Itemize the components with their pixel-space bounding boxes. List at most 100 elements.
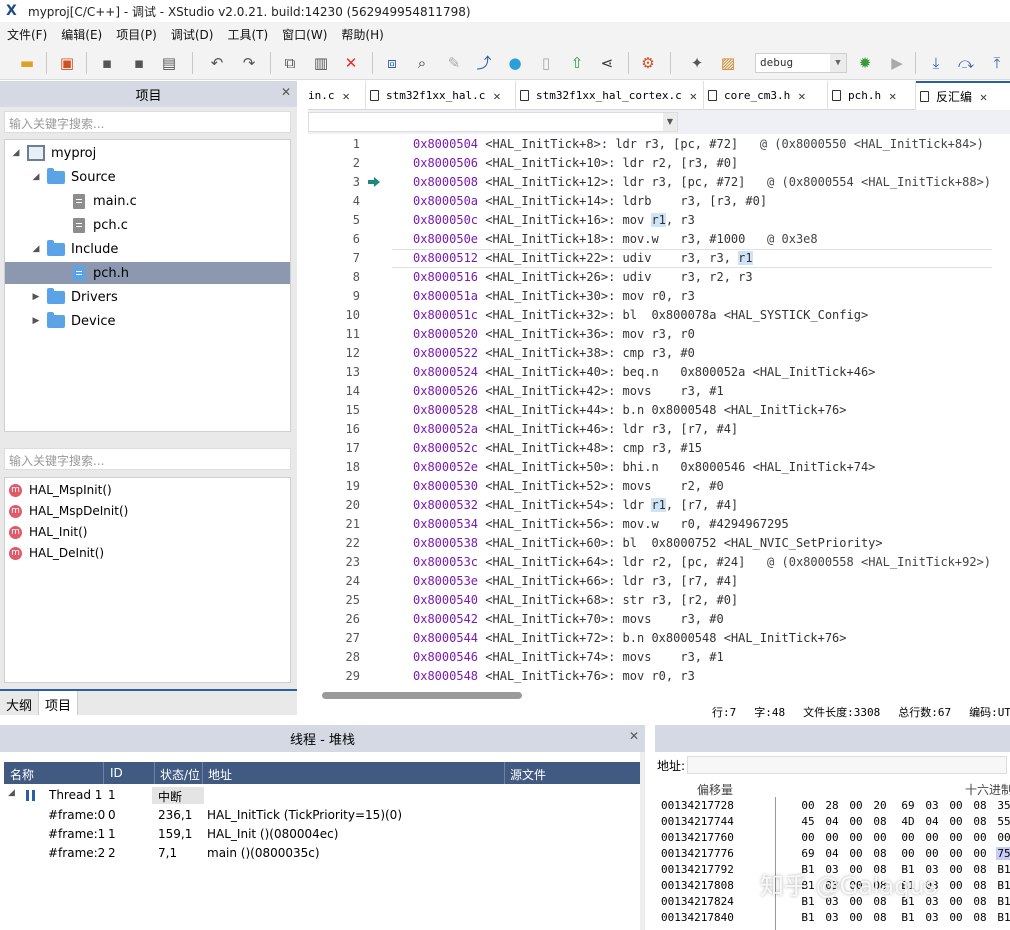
- download-icon[interactable]: ⤓: [927, 54, 945, 72]
- package-icon[interactable]: ▨: [719, 54, 737, 72]
- memory-address-input[interactable]: [687, 756, 1007, 774]
- memory-byte[interactable]: 00: [848, 847, 864, 860]
- memory-byte[interactable]: 00: [972, 831, 988, 844]
- debug-bug-icon[interactable]: ✹: [856, 54, 874, 72]
- memory-byte[interactable]: 00: [996, 831, 1010, 844]
- col-name[interactable]: 名称: [10, 766, 34, 783]
- col-source[interactable]: 源文件: [510, 766, 546, 783]
- delete-icon[interactable]: ✕: [342, 54, 360, 72]
- close-icon[interactable]: ✕: [980, 90, 987, 104]
- chevron-right-icon[interactable]: ▶: [29, 292, 43, 302]
- close-icon[interactable]: ✕: [798, 89, 805, 103]
- code-line[interactable]: 0x8000524 <HAL_InitTick+40>: beq.n 0x800…: [413, 363, 875, 382]
- close-icon[interactable]: ✕: [889, 89, 896, 103]
- memory-byte[interactable]: 55: [996, 815, 1010, 828]
- memory-byte[interactable]: 00: [948, 847, 964, 860]
- code-line[interactable]: 0x800052a <HAL_InitTick+46>: ldr r3, [r7…: [413, 420, 738, 439]
- memory-byte[interactable]: 45: [800, 815, 816, 828]
- tree-item-pch-h[interactable]: pch.h: [5, 262, 290, 284]
- save-icon[interactable]: ▪: [98, 54, 116, 72]
- code-line[interactable]: 0x8000504 <HAL_InitTick+8>: ldr r3, [pc,…: [413, 135, 984, 154]
- build-icon[interactable]: ▯: [537, 54, 555, 72]
- step-out-icon[interactable]: ⤴: [475, 54, 493, 72]
- undo-icon[interactable]: ↶: [208, 54, 226, 72]
- memory-byte[interactable]: 08: [872, 911, 888, 924]
- scrollbar-thumb[interactable]: [322, 692, 522, 699]
- memory-row[interactable]: 00134217760 00 00 00 00 00 00 00 00 00: [659, 831, 1010, 847]
- memory-byte[interactable]: 00: [948, 863, 964, 876]
- code-line[interactable]: 0x800050c <HAL_InitTick+16>: mov r1, r3: [413, 211, 695, 230]
- memory-byte[interactable]: 75: [996, 847, 1010, 860]
- memory-byte[interactable]: 00: [948, 911, 964, 924]
- disassembly-view[interactable]: 1 0x8000504 <HAL_InitTick+8>: ldr r3, [pc…: [308, 134, 1010, 689]
- tab-pch-h[interactable]: pch.h ✕: [828, 81, 916, 110]
- list-item[interactable]: m HAL_MspDeInit(): [9, 501, 128, 521]
- memory-byte[interactable]: 00: [872, 831, 888, 844]
- memory-byte[interactable]: 00: [948, 815, 964, 828]
- memory-byte[interactable]: 08: [972, 815, 988, 828]
- chevron-down-icon[interactable]: ◢: [9, 148, 23, 158]
- code-line[interactable]: 0x8000542 <HAL_InitTick+70>: movs r3, #0: [413, 610, 724, 629]
- menu-help[interactable]: 帮助(H): [334, 26, 390, 43]
- memory-byte[interactable]: 08: [972, 895, 988, 908]
- memory-byte[interactable]: B1: [996, 863, 1010, 876]
- save-all-icon[interactable]: ▪: [130, 54, 148, 72]
- compile-icon[interactable]: ●: [506, 54, 524, 72]
- list-item[interactable]: m HAL_Init(): [9, 522, 87, 542]
- memory-byte[interactable]: 35: [996, 799, 1010, 812]
- memory-byte[interactable]: 00: [948, 895, 964, 908]
- col-state[interactable]: 状态/位: [160, 766, 200, 783]
- memory-byte[interactable]: 08: [972, 911, 988, 924]
- memory-byte[interactable]: B1: [996, 911, 1010, 924]
- memory-byte[interactable]: 00: [824, 831, 840, 844]
- code-line[interactable]: 0x8000544 <HAL_InitTick+72>: b.n 0x80005…: [413, 629, 847, 648]
- tab-main-c[interactable]: in.c ✕: [308, 81, 366, 110]
- memory-byte[interactable]: 00: [972, 847, 988, 860]
- code-line[interactable]: 0x8000506 <HAL_InitTick+10>: ldr r2, [r3…: [413, 154, 738, 173]
- new-project-icon[interactable]: ▣: [58, 54, 76, 72]
- code-line[interactable]: 0x8000516 <HAL_InitTick+26>: udiv r3, r2…: [413, 268, 753, 287]
- memory-byte[interactable]: 00: [848, 911, 864, 924]
- memory-byte[interactable]: 00: [948, 831, 964, 844]
- upload-arrow-icon[interactable]: ⤒: [988, 54, 1006, 72]
- tree-item-source[interactable]: ◢ Source: [5, 166, 290, 188]
- memory-byte[interactable]: 03: [824, 911, 840, 924]
- list-item[interactable]: m HAL_MspInit(): [9, 480, 112, 500]
- project-search-input[interactable]: 输入关键字搜索...: [4, 111, 291, 133]
- table-row[interactable]: #frame:1 1 159,1 HAL_Init ()(080004ec): [4, 825, 640, 844]
- memory-byte[interactable]: 04: [824, 847, 840, 860]
- close-icon[interactable]: ✕: [690, 89, 697, 103]
- memory-byte[interactable]: 00: [800, 831, 816, 844]
- memory-row[interactable]: 00134217744 45 04 00 08 4D 04 00 08 55: [659, 815, 1010, 831]
- memory-byte[interactable]: 00: [948, 799, 964, 812]
- memory-byte[interactable]: 03: [924, 911, 940, 924]
- code-line[interactable]: 0x8000520 <HAL_InitTick+36>: mov r3, r0: [413, 325, 695, 344]
- memory-row[interactable]: 00134217776 69 04 00 08 00 00 00 00 75: [659, 847, 1010, 863]
- tree-item-pch-c[interactable]: pch.c: [5, 214, 290, 236]
- code-line[interactable]: 0x8000528 <HAL_InitTick+44>: b.n 0x80005…: [413, 401, 847, 420]
- memory-byte[interactable]: 08: [872, 847, 888, 860]
- list-item[interactable]: m HAL_DeInit(): [9, 543, 104, 563]
- tab-disassembly[interactable]: 反汇编 ✕: [916, 81, 1010, 110]
- code-line[interactable]: 0x800050a <HAL_InitTick+14>: ldrb r3, [r…: [413, 192, 767, 211]
- col-address[interactable]: 地址: [208, 766, 232, 783]
- chevron-right-icon[interactable]: ▶: [29, 316, 43, 326]
- memory-byte[interactable]: 08: [972, 799, 988, 812]
- tab-stm32f1xx-hal-c[interactable]: stm32f1xx_hal.c ✕: [366, 81, 516, 110]
- table-row[interactable]: #frame:2 2 7,1 main ()(0800035c): [4, 844, 640, 863]
- horizontal-scrollbar[interactable]: [308, 689, 1010, 701]
- menu-window[interactable]: 窗口(W): [275, 26, 334, 43]
- code-line[interactable]: 0x8000512 <HAL_InitTick+22>: udiv r3, r3…: [413, 249, 753, 268]
- config-select[interactable]: debug ▼: [755, 53, 847, 73]
- code-line[interactable]: 0x8000548 <HAL_InitTick+76>: mov r0, r3: [413, 667, 695, 686]
- menu-tools[interactable]: 工具(T): [220, 26, 275, 43]
- memory-byte[interactable]: 04: [824, 815, 840, 828]
- chevron-down-icon[interactable]: ◢: [8, 788, 15, 798]
- share-icon[interactable]: ⋖: [598, 54, 616, 72]
- memory-byte[interactable]: 69: [800, 847, 816, 860]
- tab-project[interactable]: 项目: [38, 691, 79, 715]
- memory-byte[interactable]: 08: [972, 879, 988, 892]
- close-icon[interactable]: ✕: [343, 89, 350, 103]
- search-icon[interactable]: ⌕: [413, 54, 431, 72]
- menu-project[interactable]: 项目(P): [109, 26, 164, 43]
